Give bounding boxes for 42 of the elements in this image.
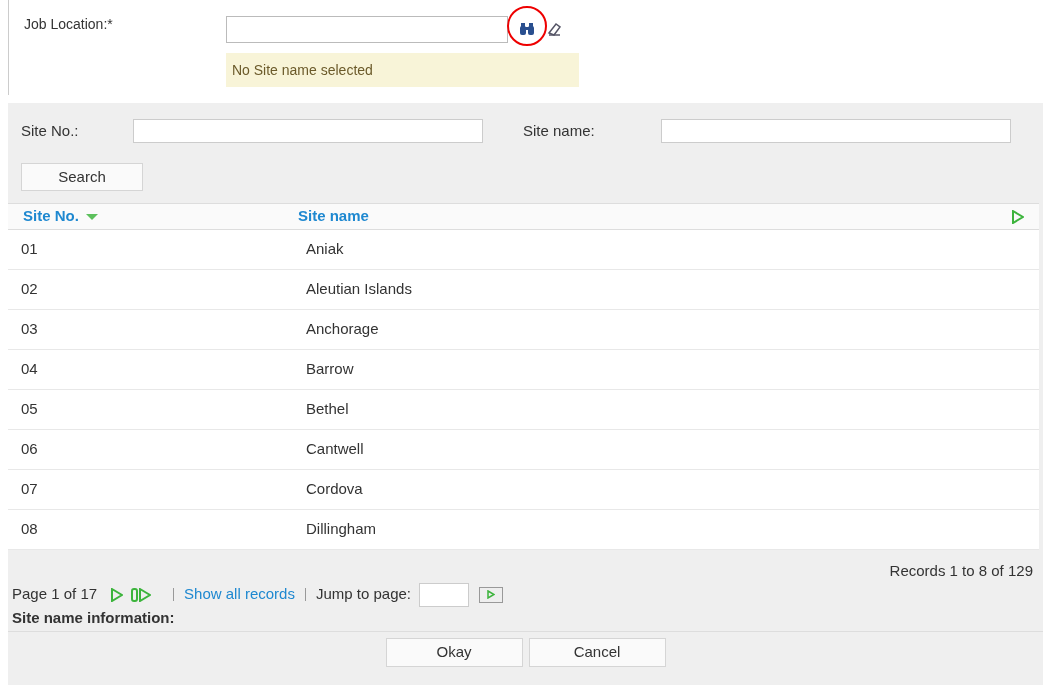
table-cell-text: Dillingham bbox=[306, 519, 377, 540]
field-label: Site No.: bbox=[21, 120, 80, 141]
expand-icon[interactable] bbox=[1012, 209, 1024, 224]
jump-page-field[interactable] bbox=[419, 582, 470, 607]
field-label: Site name: bbox=[523, 120, 596, 141]
play-icon bbox=[487, 590, 496, 599]
site-name-field[interactable] bbox=[661, 119, 1011, 143]
table-cell-text: Aleutian Islands bbox=[306, 279, 412, 300]
table-cell-text: 02 bbox=[21, 279, 39, 300]
dialog-button[interactable]: Cancel bbox=[528, 638, 666, 667]
no-selection-message: No Site name selected bbox=[226, 53, 579, 87]
table-cell-text: Anchorage bbox=[306, 319, 379, 340]
highlight-circle bbox=[506, 5, 548, 47]
table-cell-text: Bethel bbox=[306, 399, 349, 420]
table-cell-text: 01 bbox=[21, 239, 39, 260]
dialog-button[interactable]: Okay bbox=[385, 638, 523, 667]
table-cell-text: 06 bbox=[21, 439, 39, 460]
table-cell-text: Barrow bbox=[306, 359, 354, 380]
table-cell-text: 04 bbox=[21, 359, 39, 380]
binoculars-icon[interactable] bbox=[519, 22, 535, 36]
field-label: Job Location:* bbox=[24, 15, 114, 34]
jump-label: Jump to page: bbox=[315, 584, 412, 605]
records-count: Records 1 to 8 of 129 bbox=[889, 561, 1033, 581]
table-cell-text: Cordova bbox=[306, 479, 363, 500]
table-cell-text: 08 bbox=[21, 519, 39, 540]
column-header[interactable]: Site name bbox=[298, 205, 369, 228]
table-cell-text: 07 bbox=[21, 479, 39, 500]
go-button[interactable] bbox=[479, 586, 504, 603]
column-header[interactable]: Site No. bbox=[23, 205, 298, 228]
site-number-field[interactable] bbox=[133, 119, 483, 143]
eraser-icon[interactable] bbox=[546, 21, 562, 37]
job-location-field[interactable] bbox=[226, 15, 508, 43]
table-cell-text: 03 bbox=[21, 319, 39, 340]
next-page-icon[interactable] bbox=[111, 587, 124, 602]
last-page-icon[interactable] bbox=[131, 587, 152, 602]
section-label: Site name information: bbox=[11, 607, 176, 628]
page-indicator: Page 1 of 17 bbox=[12, 584, 98, 605]
table-cell-text: 05 bbox=[21, 399, 39, 420]
search-button[interactable]: Search bbox=[21, 163, 143, 191]
table-cell-text: Aniak bbox=[306, 239, 344, 260]
table-cell-text: Cantwell bbox=[306, 439, 364, 460]
sort-icon bbox=[84, 212, 99, 221]
